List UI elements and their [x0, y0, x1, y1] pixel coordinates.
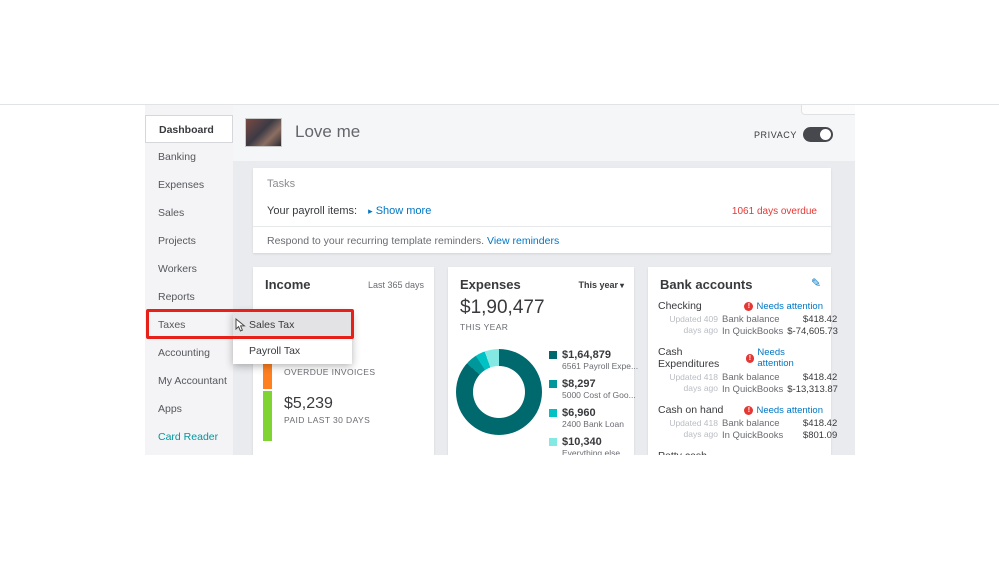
alert-icon: !: [744, 405, 754, 415]
company-name: Love me: [295, 122, 361, 141]
account-name: Cash on hand: [658, 404, 724, 416]
expenses-donut: [456, 349, 542, 435]
bank-accounts-card: Bank accounts ✎ Checking ! Needs attentio…: [648, 267, 838, 455]
tasks-title: Tasks: [267, 178, 296, 190]
needs-attention-link[interactable]: ! Needs attention: [745, 347, 823, 369]
sidebar-item-projects[interactable]: Projects: [145, 227, 233, 255]
expenses-period-dropdown[interactable]: This year ▾: [578, 280, 624, 290]
account-block-cash-on-hand: Cash on hand ! Needs attention Bank balan…: [658, 404, 837, 441]
account-name: Checking: [658, 300, 702, 312]
sidebar-item-card-reader[interactable]: Card Reader: [145, 423, 233, 451]
edit-pencil-icon[interactable]: ✎: [811, 276, 821, 290]
reminder-row: Respond to your recurring template remin…: [267, 235, 559, 247]
tasks-divider: [253, 226, 831, 227]
updated-text: Updated 409 days ago: [669, 314, 718, 335]
sidebar-item-dashboard[interactable]: Dashboard: [145, 115, 233, 143]
balance-value: $418.42: [802, 314, 838, 325]
screenshot-canvas: Dashboard Banking Expenses Sales Project…: [0, 0, 999, 562]
account-block-cash-expenditures: Cash Expenditures ! Needs attention Bank …: [658, 346, 838, 395]
quickbooks-app: Dashboard Banking Expenses Sales Project…: [145, 105, 855, 455]
balance-label: Bank balance: [722, 418, 780, 429]
paid-bar: [263, 391, 272, 441]
bank-accounts-title: Bank accounts: [660, 277, 753, 292]
cutoff-button: [801, 105, 855, 115]
expenses-total: $1,90,477: [460, 297, 545, 318]
legend-swatch: [549, 351, 557, 359]
sidebar-item-banking[interactable]: Banking: [145, 143, 233, 171]
sidebar-item-my-accountant[interactable]: My Accountant: [145, 367, 233, 395]
balance-label: In QuickBooks: [722, 326, 784, 337]
taxes-flyout-menu: Sales Tax Payroll Tax: [233, 312, 352, 364]
income-period: Last 365 days: [367, 280, 424, 290]
legend-item: $10,340 Everything else: [549, 436, 638, 455]
legend-item: $6,960 2400 Bank Loan: [549, 407, 638, 429]
income-title: Income: [265, 277, 311, 292]
updated-text: Updated 418 days ago: [669, 418, 718, 439]
flyout-item-sales-tax[interactable]: Sales Tax: [233, 312, 352, 338]
balance-value: $801.09: [802, 430, 838, 441]
sidebar-item-accounting[interactable]: Accounting: [145, 339, 233, 367]
tasks-card: Tasks Your payroll items: ▸ Show more 106…: [253, 168, 831, 253]
show-more-arrow-icon: ▸: [368, 206, 373, 216]
balance-value: $-13,313.87: [787, 384, 838, 395]
balance-value: $418.42: [802, 372, 838, 383]
balance-label: In QuickBooks: [722, 384, 784, 395]
balance-label: Bank balance: [722, 314, 780, 325]
payroll-items-label: Your payroll items:: [267, 205, 358, 217]
mouse-cursor-icon: [235, 318, 246, 332]
expenses-total-label: THIS YEAR: [460, 322, 509, 332]
sidebar-item-reports[interactable]: Reports: [145, 283, 233, 311]
view-reminders-link[interactable]: View reminders: [487, 235, 559, 247]
alert-icon: !: [745, 353, 755, 363]
sidebar: Dashboard Banking Expenses Sales Project…: [145, 105, 233, 455]
sidebar-item-workers[interactable]: Workers: [145, 255, 233, 283]
needs-attention-link[interactable]: ! Needs attention: [744, 301, 823, 312]
paid-amount: $5,239: [284, 395, 333, 412]
page-header: Love me PRIVACY: [233, 105, 855, 161]
chevron-down-icon: ▾: [619, 281, 624, 290]
expenses-card: Expenses This year ▾ $1,90,477 THIS YEAR …: [448, 267, 638, 455]
overdue-label: OVERDUE INVOICES: [284, 367, 376, 377]
updated-text: Updated 418 days ago: [669, 372, 718, 393]
legend-swatch: [549, 409, 557, 417]
account-name: Cash Expenditures: [658, 346, 720, 370]
toggle-knob: [820, 129, 831, 140]
privacy-toggle[interactable]: [803, 127, 833, 142]
balance-value: $418.42: [802, 418, 838, 429]
company-logo: [245, 118, 282, 147]
reminder-text: Respond to your recurring template remin…: [267, 235, 485, 247]
paid-label: PAID LAST 30 DAYS: [284, 415, 371, 425]
sidebar-item-apps[interactable]: Apps: [145, 395, 233, 423]
balance-label: In QuickBooks: [722, 430, 784, 441]
account-block-checking: Checking ! Needs attention Bank balance $…: [658, 300, 838, 337]
overdue-badge: 1061 days overdue: [731, 206, 817, 217]
privacy-label: PRIVACY: [753, 129, 797, 140]
legend-swatch: [549, 380, 557, 388]
sidebar-item-expenses[interactable]: Expenses: [145, 171, 233, 199]
flyout-item-payroll-tax[interactable]: Payroll Tax: [233, 338, 352, 364]
balance-label: Bank balance: [722, 372, 780, 383]
needs-attention-link[interactable]: ! Needs attention: [744, 405, 823, 416]
legend-item: $8,297 5000 Cost of Goo...: [549, 378, 638, 400]
legend-swatch: [549, 438, 557, 446]
alert-icon: !: [744, 301, 754, 311]
balance-value: $-74,605.73: [787, 326, 838, 337]
expenses-title: Expenses: [460, 277, 521, 292]
payroll-items-row: Your payroll items: ▸ Show more: [267, 205, 431, 217]
expenses-legend: $1,64,879 6561 Payroll Expe... $8,297 50…: [549, 349, 638, 455]
show-more-link[interactable]: ▸ Show more: [368, 205, 431, 217]
sidebar-item-taxes[interactable]: Taxes: [145, 311, 233, 339]
legend-item: $1,64,879 6561 Payroll Expe...: [549, 349, 638, 371]
account-name: Petty cash: [658, 450, 707, 455]
sidebar-item-sales[interactable]: Sales: [145, 199, 233, 227]
account-block-petty-cash: Petty cash In QuickBooks $8,700.00: [658, 450, 823, 455]
